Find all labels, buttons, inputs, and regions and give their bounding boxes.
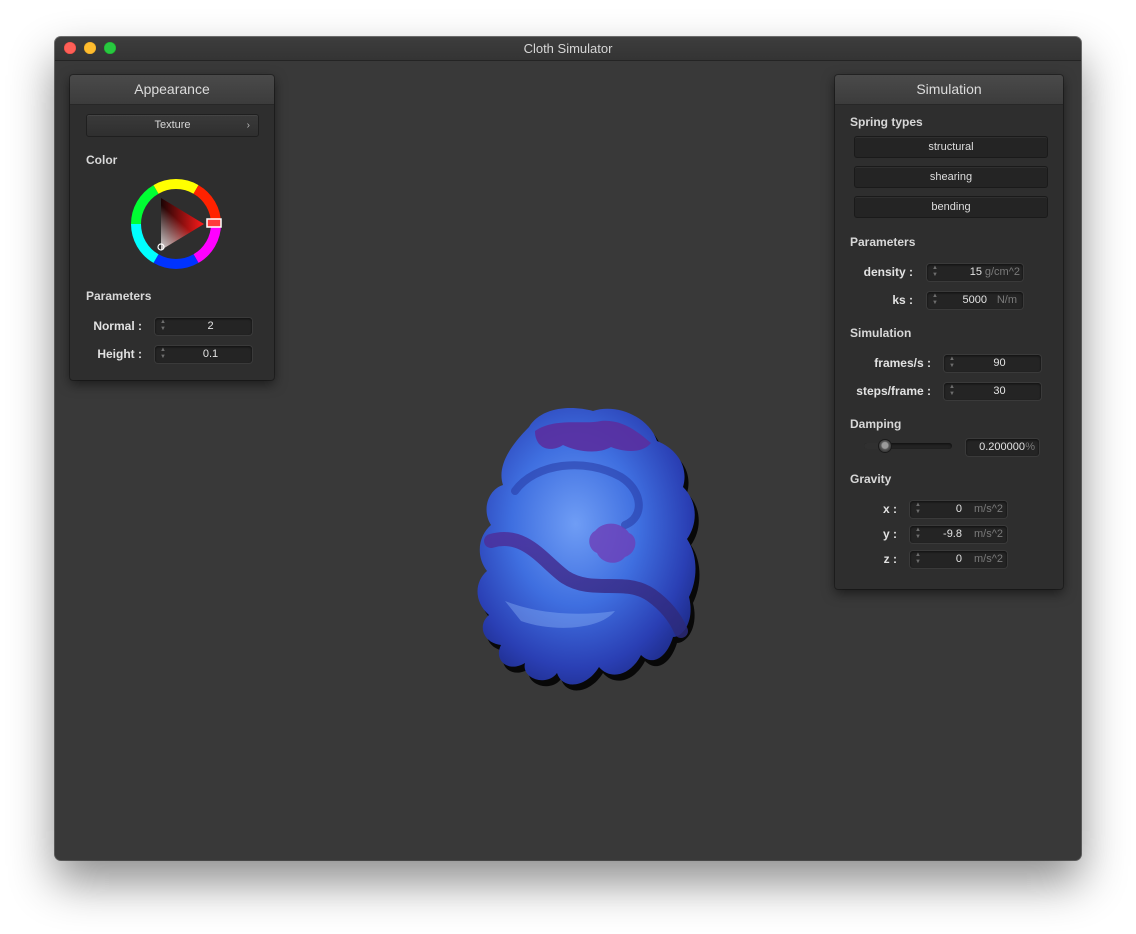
shader-select-button[interactable]: Texture › <box>86 114 259 137</box>
title-bar: Cloth Simulator <box>55 37 1081 61</box>
simulation-section-label: Simulation <box>850 326 912 340</box>
normal-label: Normal : <box>93 319 142 333</box>
hue-selector-marker[interactable] <box>206 218 222 228</box>
shearing-spring-button[interactable]: shearing <box>854 166 1048 188</box>
damping-input[interactable]: 0.200000 % <box>966 439 1039 456</box>
steps-per-frame-label: steps/frame : <box>856 384 931 398</box>
gravity-x-input[interactable]: ▲ ▼ 0 m/s^2 <box>910 501 1007 518</box>
density-label: density : <box>863 265 913 279</box>
steps-per-frame-input[interactable]: ▲ ▼ 30 <box>944 383 1041 400</box>
app-window: Cloth Simulator Appearance Texture › Col… <box>55 37 1081 860</box>
damping-slider-thumb[interactable] <box>879 440 892 452</box>
ks-input[interactable]: ▲ ▼ 5000 N/m <box>927 292 1023 309</box>
chevron-right-icon: › <box>246 120 250 131</box>
bending-spring-button[interactable]: bending <box>854 196 1048 218</box>
render-viewport[interactable]: Appearance Texture › Color Parameters No… <box>55 61 1081 860</box>
color-section-label: Color <box>86 153 118 167</box>
shader-select-label: Texture <box>154 119 191 131</box>
gravity-y-label: y : <box>882 527 897 541</box>
structural-spring-button[interactable]: structural <box>854 136 1048 158</box>
stepper-arrows-icon[interactable]: ▲ ▼ <box>948 356 956 371</box>
gravity-section-label: Gravity <box>850 472 892 486</box>
stepper-arrows-icon[interactable]: ▲ ▼ <box>914 552 922 567</box>
appearance-panel: Appearance Texture › Color Parameters No… <box>70 75 274 380</box>
gravity-z-label: z : <box>883 552 897 566</box>
stepper-arrows-icon[interactable]: ▲ ▼ <box>948 384 956 399</box>
gravity-z-input[interactable]: ▲ ▼ 0 m/s^2 <box>910 551 1007 568</box>
frames-per-second-label: frames/s : <box>874 356 931 370</box>
color-wheel[interactable] <box>129 177 223 271</box>
stepper-arrows-icon[interactable]: ▲ ▼ <box>914 527 922 542</box>
gravity-x-label: x : <box>882 502 897 516</box>
normal-input[interactable]: ▲ ▼ 2 <box>155 318 252 335</box>
density-input[interactable]: ▲ ▼ 15 g/cm^2 <box>927 264 1023 281</box>
saturation-triangle-white <box>161 198 204 250</box>
gravity-y-input[interactable]: ▲ ▼ -9.8 m/s^2 <box>910 526 1007 543</box>
stepper-arrows-icon[interactable]: ▲ ▼ <box>159 319 167 334</box>
frames-per-second-input[interactable]: ▲ ▼ 90 <box>944 355 1041 372</box>
simulation-panel-title: Simulation <box>835 75 1063 105</box>
stepper-arrows-icon[interactable]: ▲ ▼ <box>914 502 922 517</box>
simulation-panel: Simulation Spring types structural shear… <box>835 75 1063 589</box>
simulation-parameters-label: Parameters <box>850 235 916 249</box>
window-title: Cloth Simulator <box>523 41 613 56</box>
stepper-arrows-icon[interactable]: ▲ ▼ <box>931 265 939 280</box>
height-input[interactable]: ▲ ▼ 0.1 <box>155 346 252 363</box>
damping-slider[interactable] <box>864 440 952 452</box>
spring-types-label: Spring types <box>850 115 923 129</box>
damping-section-label: Damping <box>850 417 902 431</box>
ks-label: ks : <box>892 293 913 307</box>
height-label: Height : <box>97 347 142 361</box>
appearance-parameters-label: Parameters <box>86 289 152 303</box>
appearance-panel-title: Appearance <box>70 75 274 105</box>
stepper-arrows-icon[interactable]: ▲ ▼ <box>931 293 939 308</box>
stepper-arrows-icon[interactable]: ▲ ▼ <box>159 347 167 362</box>
cloth-render[interactable] <box>425 381 725 701</box>
